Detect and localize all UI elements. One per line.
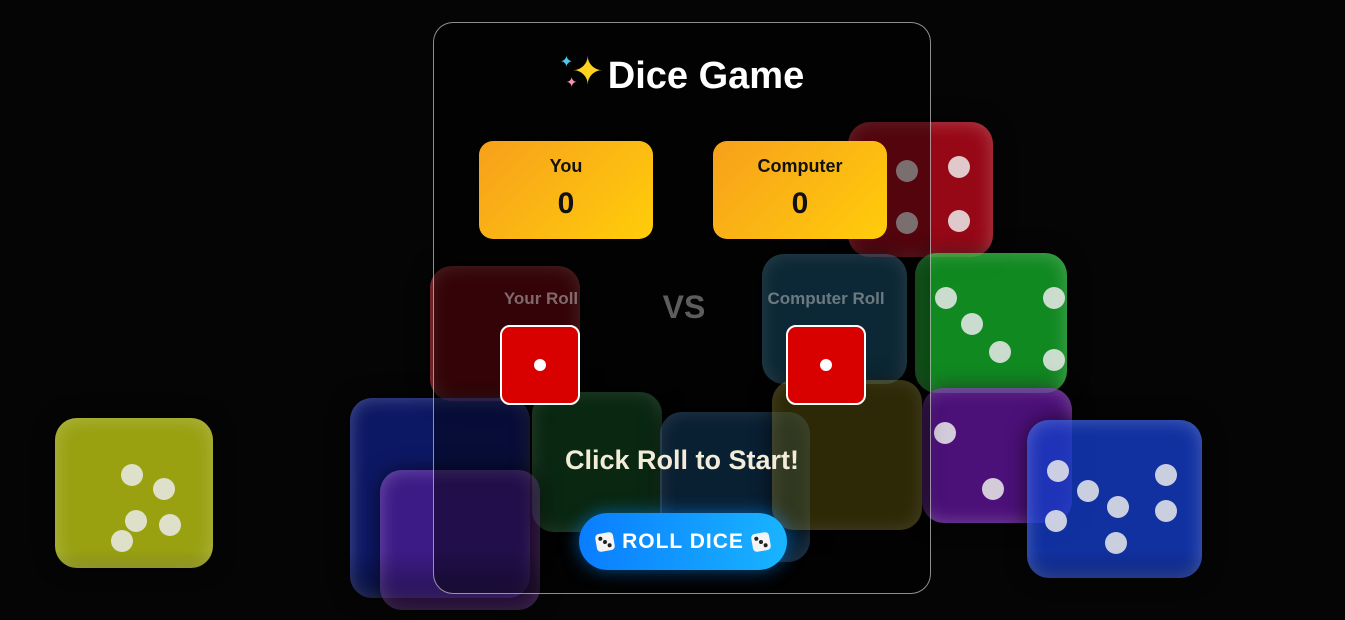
roll-dice-button[interactable]: ROLL DICE xyxy=(579,513,787,570)
computer-score-label: Computer xyxy=(757,156,843,176)
player-score-label: You xyxy=(549,156,583,176)
game-title-text: Dice Game xyxy=(607,55,805,97)
player-die xyxy=(500,325,580,405)
computer-score-card: Computer 0 xyxy=(713,141,887,239)
die-icon xyxy=(594,531,616,552)
game-title: ✦ ✦ ✦ Dice Game xyxy=(434,53,930,98)
player-roll-label: Your Roll xyxy=(503,289,579,308)
computer-roll-label: Computer Roll xyxy=(767,289,885,308)
game-status-message: Click Roll to Start! xyxy=(564,445,800,475)
roll-dice-button-label: ROLL DICE xyxy=(622,529,744,553)
die-pip xyxy=(534,359,546,371)
sparkles-icon: ✦ ✦ ✦ xyxy=(559,51,604,93)
background-die xyxy=(915,253,1067,393)
computer-score-value: 0 xyxy=(791,187,809,220)
die-icon xyxy=(750,531,772,552)
die-pip xyxy=(820,359,832,371)
background-die xyxy=(55,418,213,568)
player-score-value: 0 xyxy=(557,187,575,220)
computer-die xyxy=(786,325,866,405)
player-score-card: You 0 xyxy=(479,141,653,239)
vs-label: VS xyxy=(662,289,706,325)
game-card: ✦ ✦ ✦ Dice Game You 0 Computer 0 Your Ro… xyxy=(433,22,931,594)
